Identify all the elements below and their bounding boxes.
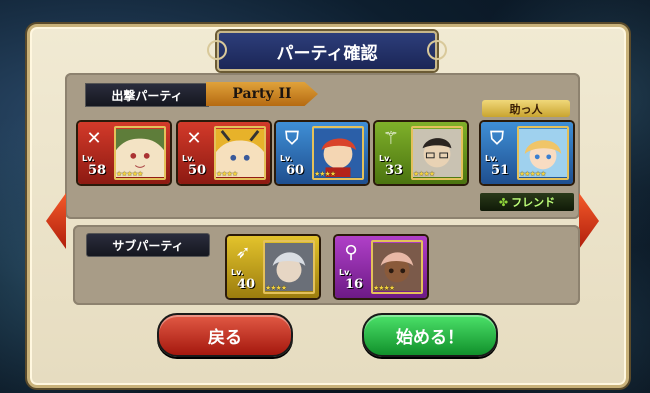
level-label: Lv. — [280, 154, 293, 163]
level-label: Lv. — [485, 154, 498, 163]
back-button[interactable]: 戻る — [157, 313, 293, 357]
party-member-card-3[interactable]: ⛉ Lv. 60 ★★★★ — [276, 122, 368, 184]
level-value: 50 — [188, 163, 207, 178]
level-label: Lv. — [82, 154, 95, 163]
friend-tag: ✤ フレンド — [480, 193, 574, 211]
friend-tag-label: フレンド — [511, 196, 556, 209]
party-name-tab[interactable]: Party II — [206, 82, 318, 106]
level-value: 33 — [385, 163, 404, 178]
party-member-card-4[interactable]: ⚚ Lv. 33 ★★★★ — [375, 122, 467, 184]
wand-icon: ⚲ — [344, 241, 358, 263]
level-value: 58 — [88, 163, 107, 178]
shield-icon: ⛉ — [285, 127, 299, 149]
crossed-swords-icon: ✕ — [186, 127, 202, 149]
rarity-stars: ★★★★★ — [116, 170, 143, 178]
crossed-swords-icon: ✕ — [86, 127, 102, 149]
sub-party-member-card-1[interactable]: ➶ Lv. 40 ★★★★ — [227, 236, 319, 298]
rarity-stars: ★★★★ — [314, 170, 336, 178]
level-value: 40 — [237, 277, 256, 292]
rarity-stars: ★★★★ — [216, 170, 238, 178]
sub-party-label: サブパーティ — [86, 233, 210, 257]
shield-icon: ⛉ — [490, 127, 504, 149]
start-button[interactable]: 始める！ — [362, 313, 498, 357]
helper-card[interactable]: ⛉ Lv. 51 ★★★★★ — [481, 122, 573, 184]
level-value: 51 — [491, 163, 510, 178]
level-value: 16 — [345, 277, 364, 292]
rarity-stars: ★★★★★ — [519, 170, 546, 178]
bow-icon: ➶ — [235, 241, 251, 263]
rarity-stars: ★★★★ — [373, 284, 395, 292]
rarity-stars: ★★★★ — [413, 170, 435, 178]
level-label: Lv. — [231, 268, 244, 277]
rarity-stars: ★★★★ — [265, 284, 287, 292]
helper-label: 助っ人 — [482, 100, 570, 117]
sub-party-member-card-2[interactable]: ⚲ Lv. 16 ★★★★ — [335, 236, 427, 298]
clover-icon: ✤ — [498, 195, 509, 209]
level-value: 60 — [286, 163, 305, 178]
party-member-card-2[interactable]: ✕ Lv. 50 ★★★★ — [178, 122, 270, 184]
party-member-card-1[interactable]: ✕ Lv. 58 ★★★★★ — [78, 122, 170, 184]
staff-icon: ⚚ — [382, 127, 400, 149]
level-label: Lv. — [182, 154, 195, 163]
level-label: Lv. — [379, 154, 392, 163]
dialog-title: パーティ確認 — [207, 31, 447, 71]
level-label: Lv. — [339, 268, 352, 277]
main-party-label: 出撃パーティ — [85, 83, 209, 107]
